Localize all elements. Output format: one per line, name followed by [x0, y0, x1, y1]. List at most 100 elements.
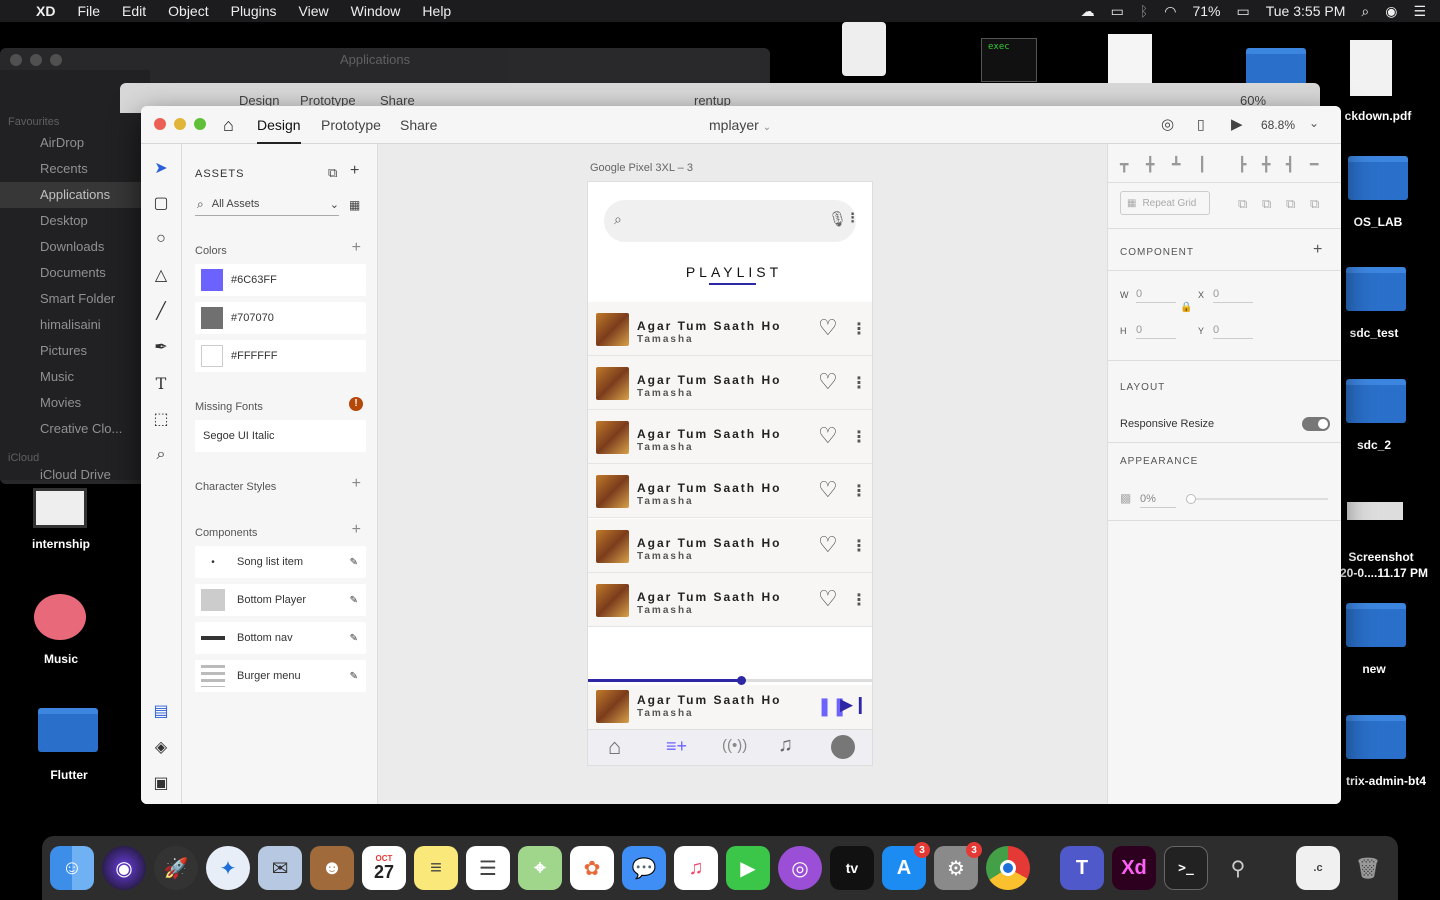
folder-icon[interactable]: [1346, 715, 1406, 759]
song-list-item[interactable]: Agar Tum Saath Ho Tamasha ♡ ⋮: [588, 410, 872, 464]
menu-file[interactable]: File: [77, 3, 100, 19]
align-bottom-icon[interactable]: ┻: [1172, 156, 1180, 173]
clock[interactable]: Tue 3:55 PM: [1266, 3, 1346, 19]
sidebar-item-pictures[interactable]: Pictures: [0, 338, 150, 364]
chrome-dock-icon[interactable]: [986, 846, 1030, 890]
desktop-label-sdc-2[interactable]: sdc_2: [1334, 438, 1414, 452]
align-left-icon[interactable]: ┣: [1238, 156, 1246, 173]
maps-dock-icon[interactable]: ⌖: [518, 846, 562, 890]
heart-icon[interactable]: ♡: [818, 315, 838, 341]
color-swatch-item[interactable]: #FFFFFF: [195, 340, 366, 372]
menu-edit[interactable]: Edit: [122, 3, 146, 19]
desktop-label-os-lab[interactable]: OS_LAB: [1338, 215, 1418, 229]
boolean-intersect-icon[interactable]: ⧉: [1286, 196, 1295, 212]
battery-percent[interactable]: 71%: [1192, 3, 1220, 19]
teams-dock-icon[interactable]: T: [1060, 846, 1104, 890]
home-icon[interactable]: ⌂: [223, 115, 234, 136]
skip-next-icon[interactable]: ▶❙: [840, 695, 867, 715]
contacts-dock-icon[interactable]: ☻: [310, 846, 354, 890]
edit-component-icon[interactable]: ✎: [350, 595, 358, 606]
add-component-plus-icon[interactable]: +: [352, 521, 361, 539]
sidebar-item-applications[interactable]: Applications: [0, 182, 150, 208]
profile-icon[interactable]: [831, 735, 855, 759]
playlist-add-icon[interactable]: ≡+: [666, 736, 687, 757]
disk-image-icon[interactable]: [842, 22, 886, 76]
internship-file-icon[interactable]: [33, 488, 87, 528]
folder-icon[interactable]: [1348, 156, 1408, 200]
layers-icon[interactable]: ◈: [150, 736, 172, 758]
select-tool-icon[interactable]: ➤: [150, 157, 172, 179]
plugins-icon[interactable]: ▣: [150, 772, 172, 794]
more-vertical-icon[interactable]: ⋮: [846, 210, 859, 226]
screenshot-thumbnail-icon[interactable]: [1347, 502, 1403, 520]
desktop-label-screenshot-date[interactable]: 20-0....11.17 PM: [1336, 566, 1432, 580]
close-button[interactable]: [154, 118, 166, 130]
desktop-label-music[interactable]: Music: [20, 652, 102, 666]
zoom-button[interactable]: [194, 118, 206, 130]
desktop-label-new[interactable]: new: [1334, 662, 1414, 676]
exec-file-icon[interactable]: exec: [981, 38, 1037, 82]
zoom-tool-icon[interactable]: ⌕: [150, 444, 172, 466]
radio-broadcast-icon[interactable]: ((•)): [722, 737, 747, 754]
tab-share[interactable]: Share: [400, 117, 437, 133]
home-icon[interactable]: ⌂: [608, 734, 621, 760]
more-vertical-icon[interactable]: ⋮: [851, 373, 867, 393]
song-list-item[interactable]: Agar Tum Saath Ho Tamasha ♡ ⋮: [588, 464, 872, 518]
component-item[interactable]: Bottom Player ✎: [195, 584, 366, 616]
text-tool-icon[interactable]: T: [150, 372, 172, 394]
safari-dock-icon[interactable]: ✦: [206, 846, 250, 890]
bluetooth-icon[interactable]: ᛒ: [1140, 3, 1148, 19]
messages-dock-icon[interactable]: 💬: [622, 846, 666, 890]
minimize-button[interactable]: [174, 118, 186, 130]
pdf-file-icon[interactable]: [1350, 40, 1392, 96]
progress-track[interactable]: [588, 676, 872, 685]
sidebar-item-documents[interactable]: Documents: [0, 260, 150, 286]
tab-design[interactable]: Design: [257, 117, 301, 144]
mail-dock-icon[interactable]: ✉: [258, 846, 302, 890]
desktop-label-screenshot[interactable]: Screenshot: [1336, 550, 1426, 564]
polygon-tool-icon[interactable]: △: [150, 264, 172, 286]
play-preview-icon[interactable]: ▶: [1231, 115, 1243, 133]
heart-icon[interactable]: ♡: [818, 532, 838, 558]
heart-icon[interactable]: ♡: [818, 477, 838, 503]
add-asset-plus-icon[interactable]: +: [350, 162, 359, 180]
align-right-icon[interactable]: ┫: [1286, 156, 1294, 173]
menu-help[interactable]: Help: [422, 3, 451, 19]
wifi-icon[interactable]: ◠: [1164, 3, 1176, 20]
facetime-dock-icon[interactable]: ▶: [726, 846, 770, 890]
rectangle-tool-icon[interactable]: ▢: [150, 192, 172, 214]
battery-icon[interactable]: ▭: [1237, 3, 1250, 20]
appletv-dock-icon[interactable]: tv: [830, 846, 874, 890]
width-field[interactable]: 0: [1136, 288, 1176, 303]
heart-icon[interactable]: ♡: [818, 423, 838, 449]
airplay-icon[interactable]: ▭: [1111, 3, 1124, 20]
device-preview-icon[interactable]: ▯: [1197, 116, 1205, 133]
adobe-xd-dock-icon[interactable]: Xd: [1112, 846, 1156, 890]
boolean-add-icon[interactable]: ⧉: [1238, 196, 1247, 212]
music-dock-icon[interactable]: ♫: [674, 846, 718, 890]
color-swatch-item[interactable]: #6C63FF: [195, 264, 366, 296]
share-user-icon[interactable]: ◎: [1161, 115, 1174, 133]
sidebar-item-movies[interactable]: Movies: [0, 390, 150, 416]
menu-app-name[interactable]: XD: [36, 3, 55, 19]
repeat-grid-button[interactable]: ▦ Repeat Grid: [1120, 191, 1210, 215]
lock-aspect-icon[interactable]: 🔒: [1180, 302, 1192, 313]
sidebar-item-desktop[interactable]: Desktop: [0, 208, 150, 234]
responsive-resize-toggle[interactable]: [1302, 417, 1330, 431]
align-middle-icon[interactable]: ╋: [1146, 156, 1154, 173]
c-file-dock-icon[interactable]: .c: [1296, 846, 1340, 890]
artboard[interactable]: ⌕ 🎙 ⋮ PLAYLIST Agar Tum Saath Ho Tamasha…: [588, 182, 872, 765]
utility-dock-icon[interactable]: ⚲: [1216, 846, 1260, 890]
podcasts-dock-icon[interactable]: ◎: [778, 846, 822, 890]
microphone-icon[interactable]: 🎙: [828, 210, 847, 228]
folder-icon[interactable]: [1346, 267, 1406, 311]
music-note-icon[interactable]: ♫: [778, 734, 793, 757]
more-vertical-icon[interactable]: ⋮: [851, 590, 867, 610]
finder-minimize-button[interactable]: [30, 54, 42, 66]
line-tool-icon[interactable]: ╱: [150, 300, 172, 322]
spotlight-icon[interactable]: ⌕: [1361, 3, 1369, 20]
ellipse-tool-icon[interactable]: ○: [150, 228, 172, 250]
asset-filter-dropdown[interactable]: ⌕ All Assets ⌄: [195, 193, 339, 216]
menu-view[interactable]: View: [299, 3, 329, 19]
folder-icon[interactable]: [38, 708, 98, 752]
